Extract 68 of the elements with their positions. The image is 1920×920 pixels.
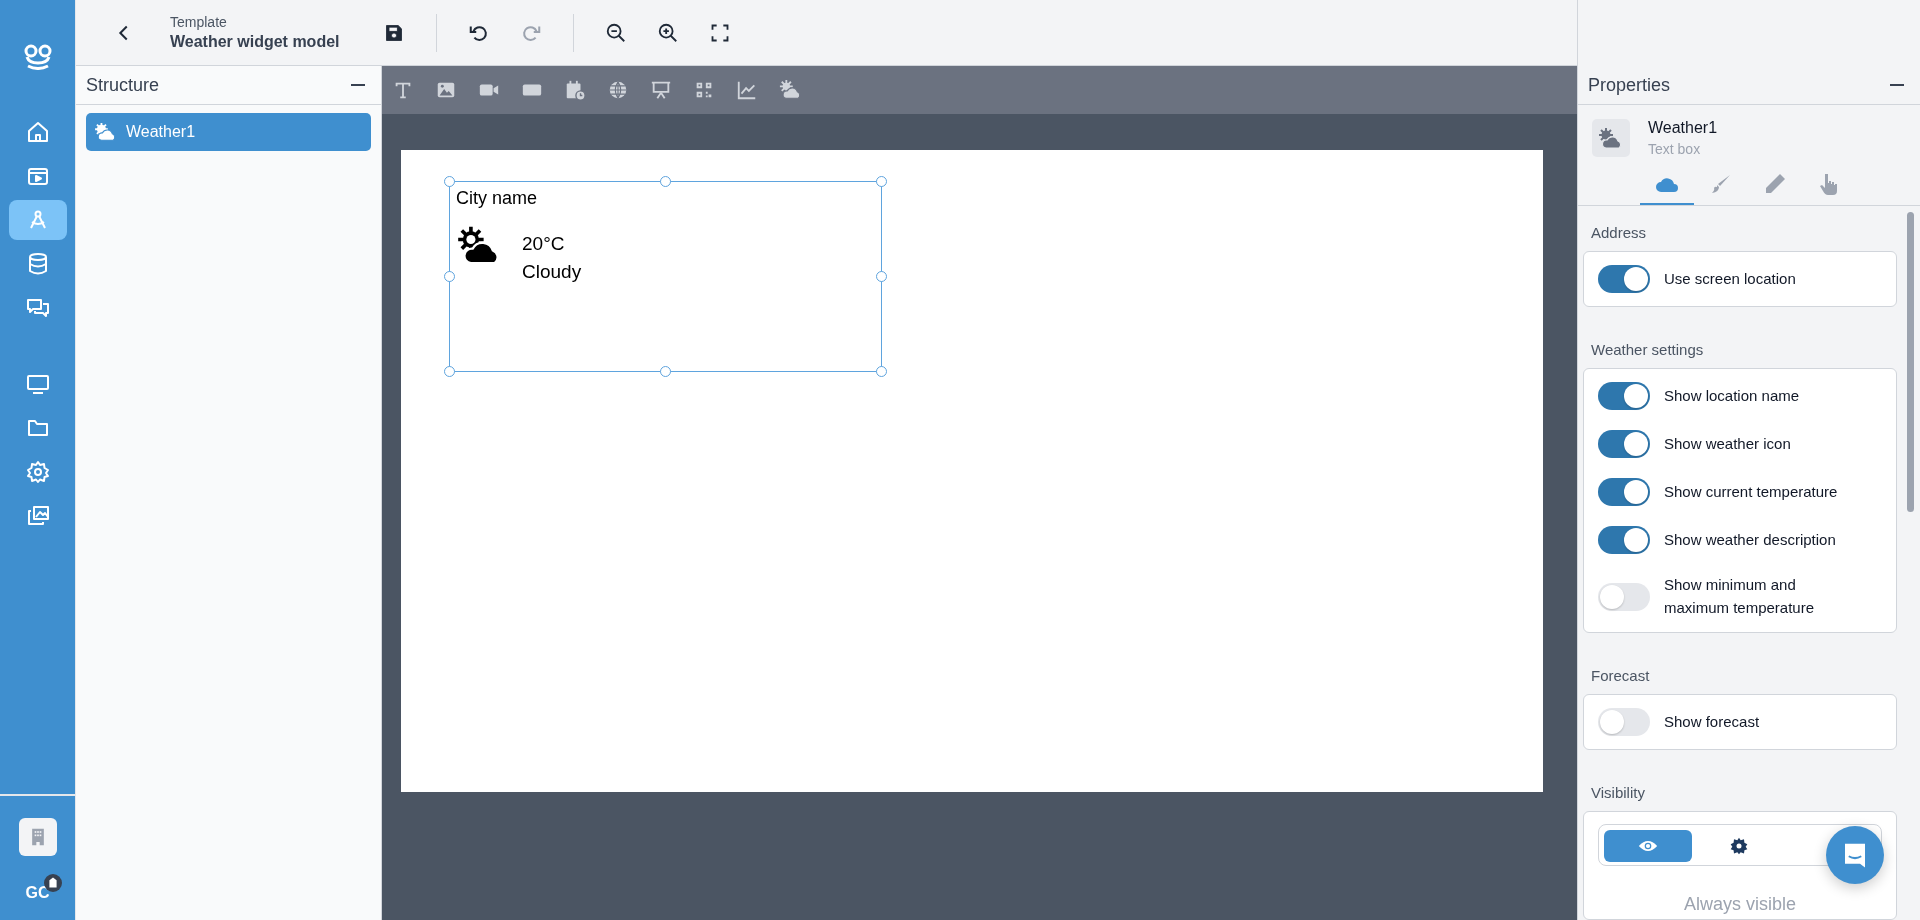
toggle-label: Show weather description [1664,529,1836,550]
section-title: Visibility [1590,784,1646,801]
page-subtitle: Template [170,14,228,30]
logo-icon [22,44,53,70]
resize-handle[interactable] [444,176,455,187]
weather-widget[interactable]: City name 20°C Cloudy [450,182,881,371]
chat-icon [25,296,50,320]
brush-icon [1709,172,1733,196]
settings-icon [25,460,50,484]
minus-icon [351,84,365,86]
properties-title: Properties [1588,74,1671,96]
toggle-label: Show minimum and maximum temperature [1664,575,1816,618]
section-title: Forecast [1590,667,1651,684]
toggle-label: Show forecast [1664,711,1760,732]
scrollbar[interactable] [1907,212,1914,512]
weather-element-icon [1592,119,1630,157]
structure-item[interactable]: Weather1 [86,113,371,151]
resize-handle[interactable] [444,271,455,282]
element-type: Text box [1648,141,1702,157]
toggle-switch[interactable] [1598,582,1650,611]
resize-handle[interactable] [660,176,671,187]
toggle-label: Show location name [1664,385,1800,406]
toggle-label: Use screen location [1664,268,1796,289]
pictures-icon [25,504,50,528]
temperature-text: 20°C [522,233,566,255]
fullscreen-icon [709,22,730,43]
resize-handle[interactable] [876,176,887,187]
section-title: Weather settings [1590,341,1705,358]
pencil-icon [1763,172,1787,196]
toggle-switch[interactable] [1598,708,1650,736]
toggle-switch[interactable] [1598,382,1650,410]
slides-tool-button[interactable] [650,79,672,101]
zoom-in-icon [656,21,679,44]
minus-icon [1890,84,1904,86]
toggle-label: Show weather icon [1664,433,1791,454]
sun-cloud-icon [779,79,801,101]
page-title: Weather widget model [170,33,340,51]
visibility-caption: Always visible [1682,894,1797,915]
calendar-tool-button[interactable] [564,79,586,101]
toggle-label: Show current temperature [1664,481,1838,502]
resize-handle[interactable] [444,366,455,377]
resize-handle[interactable] [876,271,887,282]
web-tool-button[interactable] [607,79,629,101]
calendar-clock-icon [564,79,586,101]
globe-icon [607,79,629,101]
section-title: Address [1590,224,1648,241]
element-name: Weather1 [1648,119,1718,137]
toggle-switch[interactable] [1598,526,1650,554]
structure-title: Structure [86,74,160,96]
weather-tool-button[interactable] [779,79,801,101]
monitor-icon [25,372,50,396]
zoom-out-icon [604,21,627,44]
home-icon [25,120,50,144]
toggle-switch[interactable] [1598,478,1650,506]
user-initials[interactable]: GC [25,884,50,901]
toggle-switch[interactable] [1598,265,1650,293]
sun-cloud-icon [94,122,118,142]
settings-icon [1729,836,1749,856]
building-button[interactable] [18,818,57,856]
resize-handle[interactable] [660,366,671,377]
city-name-text: City name [456,188,539,209]
design-nav-button[interactable] [8,200,67,240]
chart-tool-button[interactable] [736,79,758,101]
weather-description-text: Cloudy [522,261,582,283]
resize-handle[interactable] [876,366,887,377]
toggle-switch[interactable] [1598,430,1650,458]
line-chart-icon [736,79,758,101]
presentation-icon [650,79,672,101]
